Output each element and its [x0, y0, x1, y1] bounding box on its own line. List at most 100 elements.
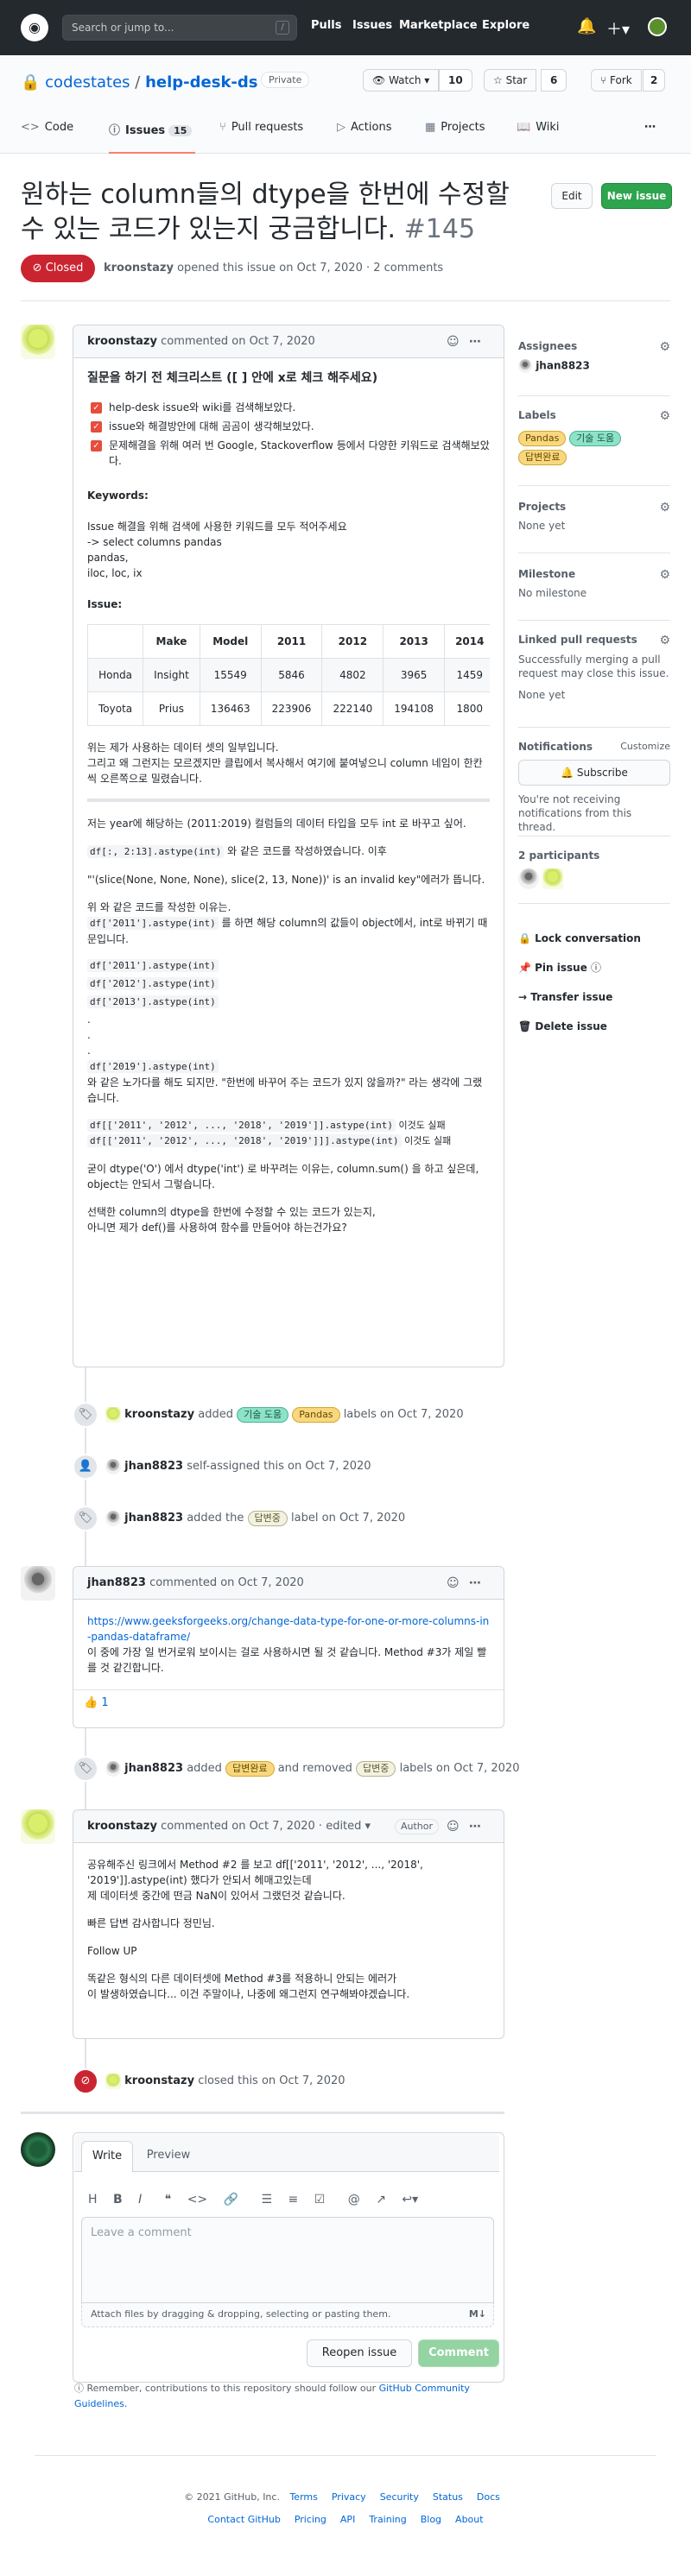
subscribe-button[interactable]: 🔔 Subscribe — [518, 760, 670, 786]
footer-link[interactable]: Privacy — [332, 2491, 366, 2503]
label-pandas[interactable]: Pandas — [518, 431, 567, 446]
tab-write[interactable]: Write — [81, 2141, 133, 2172]
emoji-icon[interactable]: ☺ — [447, 1810, 460, 1843]
nav-issues[interactable]: Issues — [352, 19, 392, 32]
code-icon[interactable]: <> — [187, 2193, 207, 2207]
label-answered[interactable]: 답변완료 — [518, 450, 567, 465]
bullet-list-icon[interactable]: ☰ — [262, 2193, 273, 2207]
watch-count[interactable]: 10 — [439, 69, 472, 92]
gear-icon[interactable]: ⚙ — [659, 568, 670, 582]
italic-icon[interactable]: I — [138, 2193, 142, 2207]
avatar[interactable] — [518, 868, 539, 889]
delete-issue[interactable]: 🗑 Delete issue — [518, 1012, 670, 1041]
watch-button[interactable]: 👁 Watch ▾ — [363, 69, 440, 92]
footer-link[interactable]: Terms — [289, 2491, 317, 2503]
avatar[interactable] — [105, 2073, 121, 2089]
kebab-icon[interactable]: ⋯ — [469, 325, 481, 358]
nav-explore[interactable]: Explore — [482, 19, 529, 32]
label-tech-help[interactable]: 기술 도움 — [569, 431, 622, 446]
gear-icon[interactable]: ⚙ — [659, 501, 670, 515]
label-answered[interactable]: 답변완료 — [225, 1761, 275, 1777]
comment-textarea[interactable]: Leave a comment — [81, 2217, 494, 2303]
event-actor[interactable]: kroonstazy — [124, 2074, 194, 2087]
issue-author[interactable]: kroonstazy — [104, 262, 174, 275]
label-answering[interactable]: 답변중 — [247, 1511, 288, 1526]
reopen-issue-button[interactable]: Reopen issue — [307, 2339, 412, 2367]
edit-button[interactable]: Edit — [551, 183, 593, 209]
tab-projects[interactable]: ▦ Projects — [425, 121, 485, 154]
tab-actions[interactable]: ▷ Actions — [337, 121, 392, 154]
gear-icon[interactable]: ⚙ — [659, 634, 670, 647]
gear-icon[interactable]: ⚙ — [659, 340, 670, 354]
event-actor[interactable]: jhan8823 — [124, 1460, 183, 1473]
avatar[interactable] — [105, 1760, 121, 1777]
label-tech-help[interactable]: 기술 도움 — [237, 1407, 289, 1423]
reaction-thumbs-up[interactable]: 👍 1 — [84, 1696, 109, 1709]
tab-code[interactable]: <> Code — [21, 121, 73, 154]
tab-preview[interactable]: Preview — [140, 2141, 197, 2172]
comment-button[interactable]: Comment — [418, 2339, 499, 2367]
heading-icon[interactable]: H — [88, 2193, 98, 2207]
footer-link[interactable]: API — [340, 2514, 355, 2525]
bell-icon[interactable]: 🔔 — [577, 17, 596, 35]
repo-owner[interactable]: codestates — [45, 73, 130, 92]
star-count[interactable]: 6 — [541, 69, 567, 92]
comment-author[interactable]: kroonstazy — [87, 335, 157, 348]
tab-pull-requests[interactable]: ⑂ Pull requests — [219, 121, 303, 154]
transfer-issue[interactable]: → Transfer issue — [518, 982, 670, 1012]
emoji-icon[interactable]: ☺ — [447, 325, 460, 358]
repo-name[interactable]: help-desk-ds — [145, 73, 257, 92]
avatar[interactable] — [21, 1809, 55, 1844]
lock-conversation[interactable]: 🔒 Lock conversation — [518, 924, 670, 953]
task-list-icon[interactable]: ☑ — [314, 2193, 326, 2207]
more-menu-icon[interactable]: ⋯ — [644, 121, 656, 154]
footer-link[interactable]: Status — [433, 2491, 463, 2503]
user-avatar[interactable] — [648, 17, 667, 36]
nav-marketplace[interactable]: Marketplace — [399, 19, 478, 32]
avatar[interactable] — [21, 2132, 55, 2167]
fork-count[interactable]: 2 — [643, 69, 666, 92]
event-actor[interactable]: jhan8823 — [124, 1512, 183, 1525]
avatar[interactable] — [105, 1458, 121, 1474]
data-table-wrap[interactable]: Make Model 2011 2012 2013 2014 Honda Insight 15… — [87, 624, 490, 726]
kebab-icon[interactable]: ⋯ — [469, 1810, 481, 1843]
tab-issues[interactable]: ⓘ Issues 15 — [109, 121, 195, 154]
footer-link[interactable]: About — [455, 2514, 484, 2525]
footer-link[interactable]: Docs — [477, 2491, 500, 2503]
label-answering[interactable]: 답변중 — [356, 1761, 396, 1777]
link-icon[interactable]: 🔗 — [224, 2193, 238, 2207]
gear-icon[interactable]: ⚙ — [659, 409, 670, 423]
assignee[interactable]: jhan8823 — [518, 359, 670, 373]
footer-link[interactable]: Security — [380, 2491, 419, 2503]
star-button[interactable]: ☆ Star — [484, 69, 537, 92]
emoji-icon[interactable]: ☺ — [447, 1567, 460, 1600]
cross-reference-icon[interactable]: ↗ — [376, 2193, 386, 2207]
search-input[interactable]: Search or jump to... / — [62, 15, 297, 41]
avatar[interactable] — [105, 1406, 121, 1423]
event-actor[interactable]: kroonstazy — [124, 1408, 194, 1421]
nav-pulls[interactable]: Pulls — [311, 19, 341, 32]
footer-link[interactable]: Contact GitHub — [207, 2514, 280, 2525]
customize-link[interactable]: Customize — [620, 741, 670, 752]
footer-link[interactable]: Pricing — [295, 2514, 326, 2525]
pin-issue[interactable]: 📌 Pin issue ⓘ — [518, 953, 670, 982]
plus-icon[interactable]: ＋▾ — [606, 17, 630, 40]
kebab-icon[interactable]: ⋯ — [469, 1567, 481, 1600]
avatar[interactable] — [21, 325, 55, 359]
footer-link[interactable]: Training — [369, 2514, 406, 2525]
event-actor[interactable]: jhan8823 — [124, 1762, 183, 1775]
bold-icon[interactable]: B — [113, 2193, 123, 2207]
avatar[interactable] — [21, 1566, 55, 1601]
reply-icon[interactable]: ↩▾ — [402, 2193, 418, 2207]
new-issue-button[interactable]: New issue — [601, 183, 672, 209]
label-pandas[interactable]: Pandas — [292, 1407, 340, 1423]
fork-button[interactable]: ⑂ Fork — [591, 69, 642, 92]
quote-icon[interactable]: ❝ — [165, 2193, 172, 2207]
tab-wiki[interactable]: 📖 Wiki — [517, 121, 560, 154]
attach-files[interactable]: Attach files by dragging & dropping, sel… — [81, 2303, 494, 2327]
mention-icon[interactable]: @ — [348, 2193, 360, 2207]
numbered-list-icon[interactable]: ≡ — [288, 2193, 299, 2207]
github-logo-icon[interactable]: ◉ — [21, 14, 48, 41]
article-link[interactable]: https://www.geeksforgeeks.org/change-dat… — [87, 1613, 490, 1645]
comment-author[interactable]: kroonstazy — [87, 1820, 157, 1833]
